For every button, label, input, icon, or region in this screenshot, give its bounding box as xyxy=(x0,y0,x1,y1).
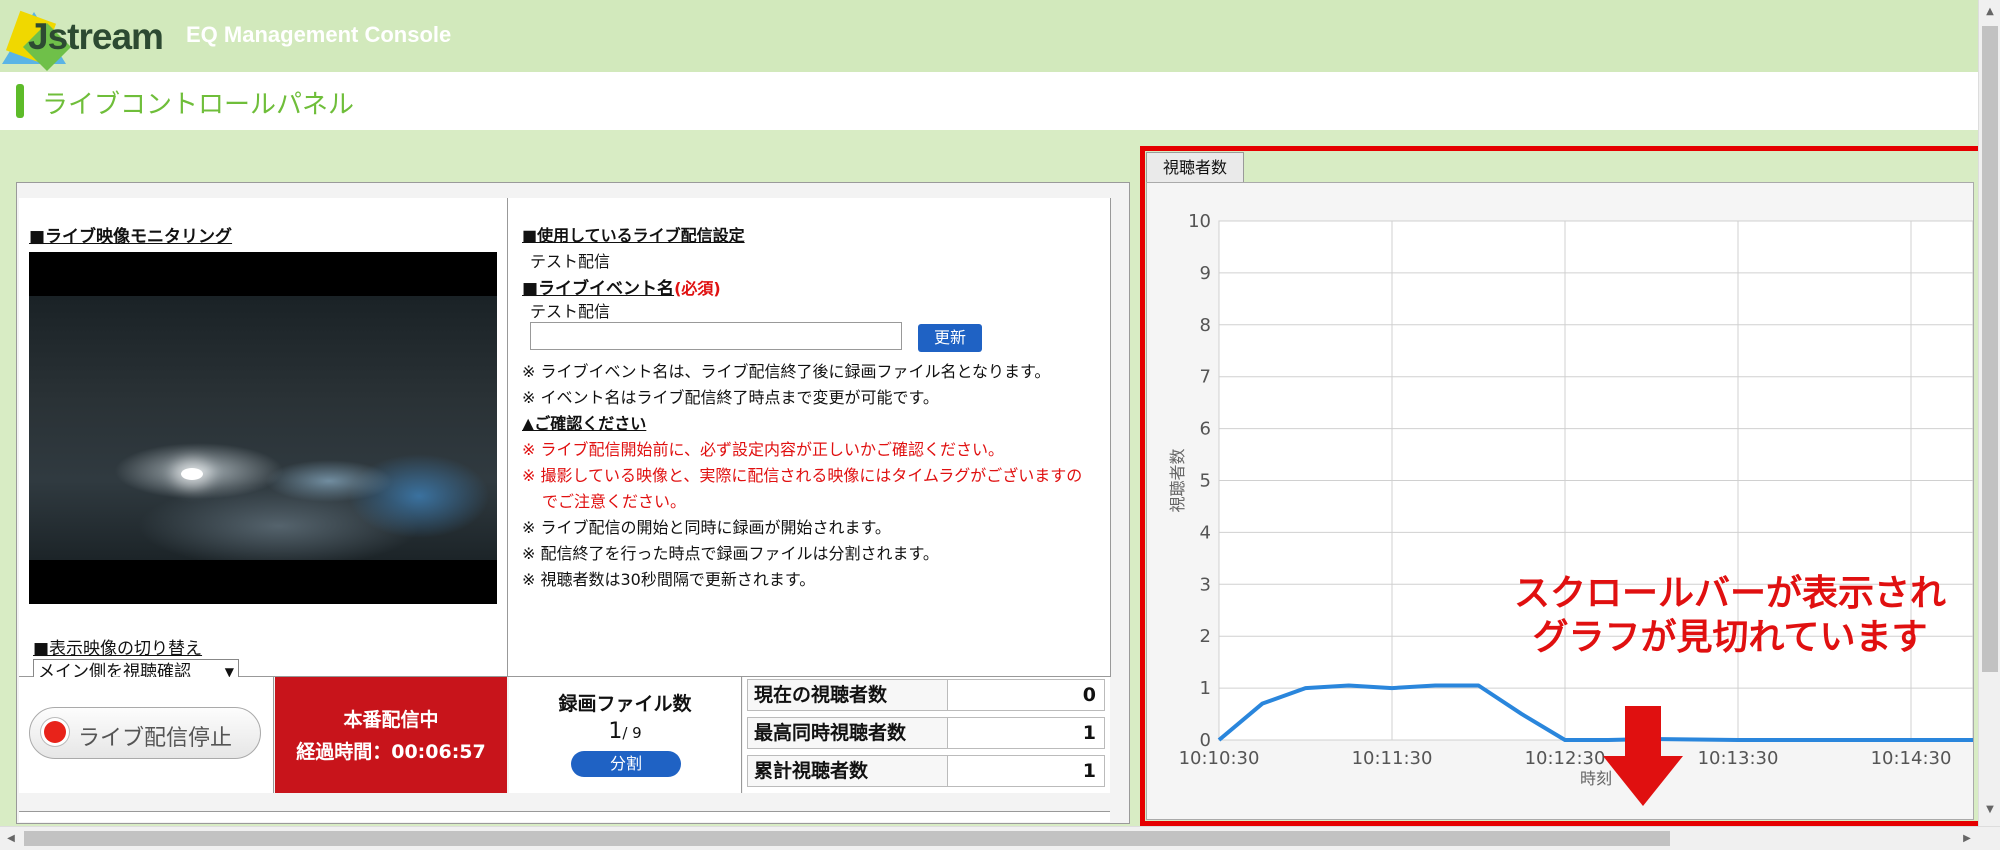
logo-text: Jstream xyxy=(28,16,164,57)
y-tick-label: 2 xyxy=(1200,626,1211,647)
y-tick-label: 6 xyxy=(1200,419,1211,440)
split-button[interactable]: 分割 xyxy=(571,751,681,777)
warning-1: ※ ライブ配信開始前に、必ず設定内容が正しいかご確認ください。 xyxy=(522,440,1005,459)
setting-value: テスト配信 xyxy=(530,252,611,271)
annotation-text: スクロールバーが表示され グラフが見切れています xyxy=(1490,572,1970,660)
stat-label: 最高同時視聴者数 xyxy=(748,718,948,748)
y-tick-label: 1 xyxy=(1200,678,1211,699)
x-tick-label: 10:11:30 xyxy=(1352,748,1433,769)
down-arrow-icon xyxy=(1603,706,1683,806)
event-name-heading: ■ライブイベント名(必須) xyxy=(522,274,721,299)
record-dot-icon xyxy=(44,721,66,743)
note-2: ※ イベント名はライブ配信終了時点まで変更が可能です。 xyxy=(522,388,939,407)
y-axis-title: 視聴者数 xyxy=(1168,448,1187,512)
warning-2: ※ 撮影している映像と、実際に配信される映像にはタイムラグがございますの xyxy=(522,466,1083,485)
viewer-line-chart: 01234567891010:10:30 10:11:30 10:12:30 10:1… xyxy=(1168,211,1973,788)
y-tick-label: 3 xyxy=(1200,574,1211,595)
stat-row-total: 累計視聴者数 1 xyxy=(747,755,1105,787)
y-tick-label: 8 xyxy=(1200,315,1211,336)
event-name-input[interactable] xyxy=(530,322,902,350)
page-title: ライブコントロールパネル xyxy=(42,90,355,120)
annotation-line-2: グラフが見切れています xyxy=(1532,617,1928,658)
stop-box: ライブ配信停止 xyxy=(19,677,274,793)
viewer-chart-area: 0 1 2 3 4 5 6 7 8 9 10 10:10:30 10:11:30 10:12:30 10:1… xyxy=(1146,182,1974,820)
horizontal-scrollbar[interactable]: ◀ ▶ xyxy=(0,826,2000,850)
x-tick-label: 10:10:30 xyxy=(1179,748,1260,769)
y-tick-label: 5 xyxy=(1200,471,1211,492)
rec-files-title: 録画ファイル数 xyxy=(558,693,692,715)
stat-row-peak: 最高同時視聴者数 1 xyxy=(747,717,1105,749)
x-tick-label: 10:14:30 xyxy=(1871,748,1952,769)
y-tick-label: 4 xyxy=(1200,522,1211,543)
x-tick-label: 10:12:30 xyxy=(1525,748,1606,769)
title-marker xyxy=(16,84,24,118)
settings-section: ■使用しているライブ配信設定 テスト配信 ■ライブイベント名(必須) テスト配信… xyxy=(508,198,1111,677)
rec-total: / 9 xyxy=(622,724,642,742)
console-title: EQ Management Console xyxy=(186,22,452,47)
live-video-preview[interactable] xyxy=(29,252,497,604)
scroll-down-icon[interactable]: ▼ xyxy=(1979,800,2000,820)
stat-label: 累計視聴者数 xyxy=(748,756,948,786)
event-current-value: テスト配信 xyxy=(530,302,611,321)
status-label: 本番配信中 xyxy=(343,709,439,731)
viewer-stats: 現在の視聴者数 0 最高同時視聴者数 1 累計視聴者数 1 xyxy=(743,677,1110,793)
stop-live-label: ライブ配信停止 xyxy=(78,726,233,751)
stat-value: 0 xyxy=(1082,684,1096,706)
vertical-scroll-thumb[interactable] xyxy=(1982,26,1998,672)
vertical-scrollbar[interactable]: ▲ ▼ xyxy=(1978,0,2000,826)
update-button[interactable]: 更新 xyxy=(918,324,982,352)
tab-viewers[interactable]: 視聴者数 xyxy=(1146,152,1244,183)
warning-2-cont: でご注意ください。 xyxy=(542,492,687,511)
y-tick-label: 10 xyxy=(1188,211,1211,232)
stop-live-button[interactable]: ライブ配信停止 xyxy=(29,707,261,759)
info-3: ※ 視聴者数は30秒間隔で更新されます。 xyxy=(522,570,816,589)
monitor-section: ■ライブ映像モニタリング ■表示映像の切り替え メイン側を視聴確認 ▼ xyxy=(19,198,508,683)
stat-row-current: 現在の視聴者数 0 xyxy=(747,679,1105,711)
confirm-title: ▲ご確認ください xyxy=(522,414,647,433)
info-2: ※ 配信終了を行った時点で録画ファイルは分割されます。 xyxy=(522,544,939,563)
stat-value: 1 xyxy=(1082,722,1096,744)
note-1: ※ ライブイベント名は、ライブ配信終了後に録画ファイル名となります。 xyxy=(522,362,1051,381)
control-row: ライブ配信停止 本番配信中 経過時間：00:06:57 録画ファイル数 1/ 9… xyxy=(19,677,1110,793)
scroll-up-icon[interactable]: ▲ xyxy=(1979,2,2000,22)
video-highlight xyxy=(181,468,203,480)
scroll-right-icon[interactable]: ▶ xyxy=(1956,827,1978,850)
lower-panel-strip xyxy=(19,811,1110,822)
scroll-left-icon[interactable]: ◀ xyxy=(0,827,22,850)
on-air-status: 本番配信中 経過時間：00:06:57 xyxy=(275,677,507,793)
x-tick-label: 10:13:30 xyxy=(1698,748,1779,769)
info-1: ※ ライブ配信の開始と同時に録画が開始されます。 xyxy=(522,518,891,537)
rec-files-count: 1/ 9 xyxy=(509,719,741,744)
monitor-title: ■ライブ映像モニタリング xyxy=(29,227,233,247)
app-header: Jstream EQ Management Console xyxy=(0,0,1978,72)
live-control-panel: ■ライブ映像モニタリング ■表示映像の切り替え メイン側を視聴確認 ▼ ■使用し… xyxy=(16,182,1130,824)
recording-files-box: 録画ファイル数 1/ 9 分割 xyxy=(509,677,742,793)
switch-label: ■表示映像の切り替え xyxy=(33,639,203,659)
page-title-bar: ライブコントロールパネル xyxy=(0,72,1978,130)
event-title: ■ライブイベント名 xyxy=(522,279,675,299)
rec-current: 1 xyxy=(608,719,623,744)
video-frame xyxy=(29,296,497,560)
stat-value: 1 xyxy=(1082,760,1096,782)
horizontal-scroll-thumb[interactable] xyxy=(24,831,1670,846)
jstream-logo[interactable]: Jstream xyxy=(2,4,164,72)
y-tick-label: 7 xyxy=(1200,367,1211,388)
settings-title: ■使用しているライブ配信設定 xyxy=(522,226,745,245)
stat-label: 現在の視聴者数 xyxy=(748,680,948,710)
elapsed-time: 経過時間：00:06:57 xyxy=(296,741,486,763)
annotation-line-1: スクロールバーが表示され xyxy=(1513,573,1946,614)
y-tick-label: 9 xyxy=(1200,263,1211,284)
required-mark: (必須) xyxy=(674,279,721,298)
